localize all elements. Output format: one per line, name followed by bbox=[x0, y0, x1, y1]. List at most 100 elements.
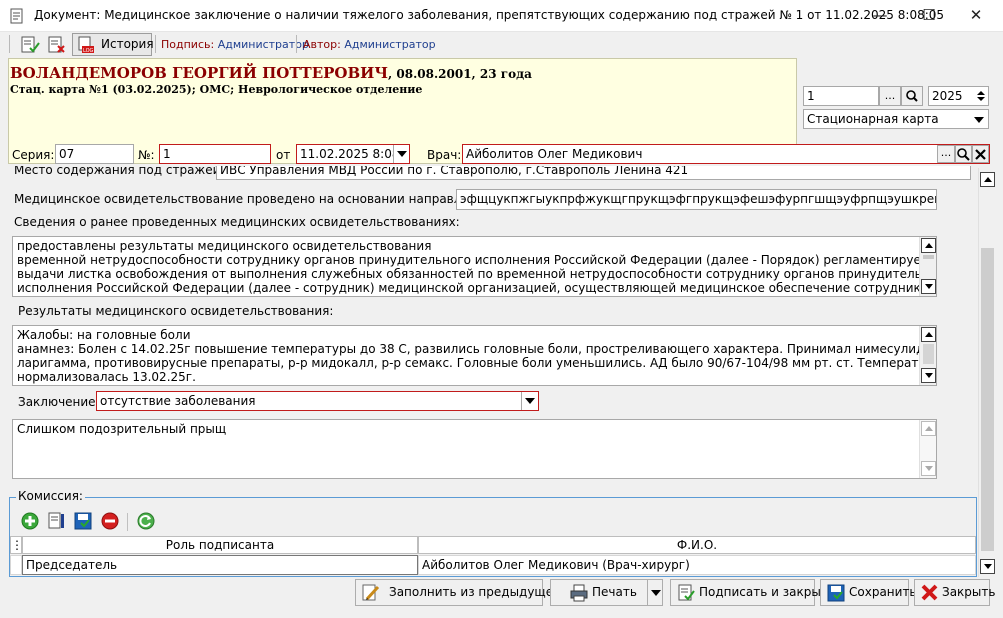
prev-exams-line: предоставлены результаты медицинского ос… bbox=[17, 239, 432, 253]
doctor-search-button[interactable] bbox=[955, 145, 972, 163]
note-memo[interactable]: Слишком подозрительный прыщ bbox=[12, 419, 937, 479]
detention-label: Место содержания под стражей: bbox=[14, 166, 225, 177]
unsign-document-button[interactable] bbox=[44, 33, 69, 56]
scroll-thumb[interactable] bbox=[923, 255, 934, 259]
arrow-up-icon bbox=[924, 243, 933, 248]
chevron-down-icon bbox=[396, 151, 407, 157]
date-value: 11.02.2025 8:08 bbox=[300, 147, 400, 161]
save-signer-button[interactable] bbox=[73, 511, 93, 534]
note-scrollbar bbox=[919, 420, 936, 478]
toolbar-separator bbox=[127, 513, 128, 531]
detention-input[interactable]: ИВС Управления МВД России по г. Ставропо… bbox=[216, 166, 971, 180]
scroll-down-button[interactable] bbox=[980, 559, 995, 574]
scroll-up-button[interactable] bbox=[921, 327, 936, 342]
card-search-button[interactable] bbox=[901, 86, 923, 106]
split-divider bbox=[647, 580, 648, 605]
prev-exams-line: временной нетрудоспособности сотруднику … bbox=[17, 253, 932, 267]
sign-document-button[interactable] bbox=[17, 33, 42, 56]
card-pick-button[interactable]: ... bbox=[879, 86, 901, 106]
delete-icon bbox=[101, 512, 119, 530]
scroll-up-button[interactable] bbox=[921, 238, 936, 253]
history-label: История bbox=[101, 37, 154, 51]
fill-from-previous-button[interactable]: Заполнить из предыдущего bbox=[355, 579, 567, 606]
edit-document-icon bbox=[48, 512, 64, 529]
refresh-button[interactable] bbox=[136, 511, 156, 534]
close-icon bbox=[975, 149, 986, 160]
conclusion-select[interactable]: отсутствие заболевания bbox=[96, 391, 539, 411]
toolbar-grip bbox=[9, 35, 10, 53]
grid-menu-icon[interactable]: ⋮ bbox=[10, 536, 23, 554]
maximize-button[interactable]: ☐ bbox=[906, 0, 952, 32]
edit-signer-button[interactable] bbox=[46, 511, 66, 534]
author-value: Администратор bbox=[344, 38, 436, 51]
close-button[interactable]: Закрыть bbox=[914, 579, 995, 606]
document-icon bbox=[10, 8, 23, 24]
save-button[interactable]: Сохранить bbox=[820, 579, 917, 606]
prev-exams-scrollbar[interactable] bbox=[919, 237, 936, 296]
spin-arrows-icon bbox=[977, 91, 985, 101]
add-signer-button[interactable] bbox=[20, 511, 40, 534]
year-spinner[interactable]: 2025 bbox=[928, 86, 989, 106]
sign-and-close-button[interactable]: Подписать и закрыть bbox=[670, 579, 835, 606]
conclusion-value: отсутствие заболевания bbox=[100, 394, 256, 408]
results-memo[interactable]: Жалобы: на головные боли анамнез: Болен … bbox=[12, 325, 937, 386]
arrow-down-icon bbox=[924, 466, 933, 471]
results-label: Результаты медицинского освидетельствова… bbox=[18, 304, 334, 318]
sign-and-close-label: Подписать и закрыть bbox=[699, 585, 835, 599]
patient-name: ВОЛАНДЕМОРОВ ГЕОРГИЙ ПОТТЕРОВИЧ bbox=[10, 64, 389, 82]
card-number-input[interactable]: 1 bbox=[803, 86, 879, 106]
year-value: 2025 bbox=[932, 89, 963, 103]
row-indicator[interactable] bbox=[10, 555, 22, 575]
results-scrollbar[interactable] bbox=[919, 326, 936, 385]
referral-input[interactable]: эфщцукпжгыукпрфжукщгпрукщэфгпрукщэфешэфу… bbox=[456, 189, 937, 210]
results-line: Жалобы: на головные боли bbox=[17, 328, 191, 342]
date-dropdown-button[interactable] bbox=[393, 145, 409, 163]
number-input[interactable]: 1 bbox=[159, 144, 271, 164]
scroll-down-button[interactable] bbox=[921, 279, 936, 294]
doctor-value: Айболитов Олег Медикович bbox=[466, 147, 643, 161]
doctor-input[interactable]: Айболитов Олег Медикович bbox=[462, 144, 990, 164]
print-button[interactable]: Печать bbox=[550, 579, 663, 606]
number-label: №: bbox=[138, 148, 155, 162]
minimize-button[interactable]: — bbox=[857, 0, 903, 32]
column-header-name[interactable]: Ф.И.О. bbox=[418, 536, 976, 554]
close-window-button[interactable]: ✕ bbox=[953, 0, 999, 32]
printer-icon bbox=[570, 584, 588, 602]
conclusion-dropdown-button[interactable] bbox=[521, 392, 538, 410]
sign-document-icon bbox=[21, 36, 40, 53]
fill-from-previous-label: Заполнить из предыдущего bbox=[389, 585, 567, 599]
doctor-pick-button[interactable]: ... bbox=[937, 145, 955, 163]
unsign-document-icon bbox=[48, 36, 65, 53]
arrow-down-icon bbox=[924, 284, 933, 289]
doctor-label: Врач: bbox=[427, 148, 462, 162]
table-cell-role[interactable]: Председатель bbox=[22, 555, 418, 575]
arrow-up-icon bbox=[983, 177, 992, 182]
series-input[interactable]: 07 bbox=[55, 144, 134, 164]
prev-exams-line: исполнения Российской Федерации (далее -… bbox=[17, 281, 932, 295]
scroll-thumb[interactable] bbox=[923, 344, 934, 364]
history-button[interactable]: LOG История bbox=[72, 33, 154, 56]
prev-exams-line: выдачи листка освобождения от выполнения… bbox=[17, 267, 932, 281]
arrow-up-icon bbox=[924, 332, 933, 337]
scroll-down-button[interactable] bbox=[921, 368, 936, 383]
toolbar-separator bbox=[296, 35, 297, 53]
referral-label: Медицинское освидетельствование проведен… bbox=[14, 192, 496, 206]
prev-exams-memo[interactable]: предоставлены результаты медицинского ос… bbox=[12, 236, 937, 297]
doctor-clear-button[interactable] bbox=[972, 145, 989, 163]
arrow-down-icon bbox=[983, 564, 992, 569]
table-cell-name[interactable]: Айболитов Олег Медикович (Врач-хирург) bbox=[418, 555, 976, 575]
note-text: Слишком подозрительный прыщ bbox=[17, 422, 227, 436]
search-icon bbox=[957, 148, 970, 161]
scroll-up-button[interactable] bbox=[980, 172, 995, 187]
results-line: ларигамма, противовирусные препараты, р-… bbox=[17, 356, 932, 370]
toolbar-separator bbox=[155, 35, 156, 53]
form-scrollbar[interactable] bbox=[978, 168, 995, 577]
chevron-down-icon[interactable] bbox=[651, 590, 661, 596]
scroll-thumb[interactable] bbox=[981, 248, 994, 551]
patient-header: ВОЛАНДЕМОРОВ ГЕОРГИЙ ПОТТЕРОВИЧ, 08.08.2… bbox=[10, 64, 532, 82]
patient-card-info: Стац. карта №1 (03.02.2025); ОМС; Неврол… bbox=[10, 83, 423, 96]
card-type-select[interactable]: Стационарная карта bbox=[803, 109, 989, 129]
date-input[interactable]: 11.02.2025 8:08 bbox=[296, 144, 410, 164]
column-header-role[interactable]: Роль подписанта bbox=[22, 536, 418, 554]
delete-signer-button[interactable] bbox=[100, 511, 120, 534]
